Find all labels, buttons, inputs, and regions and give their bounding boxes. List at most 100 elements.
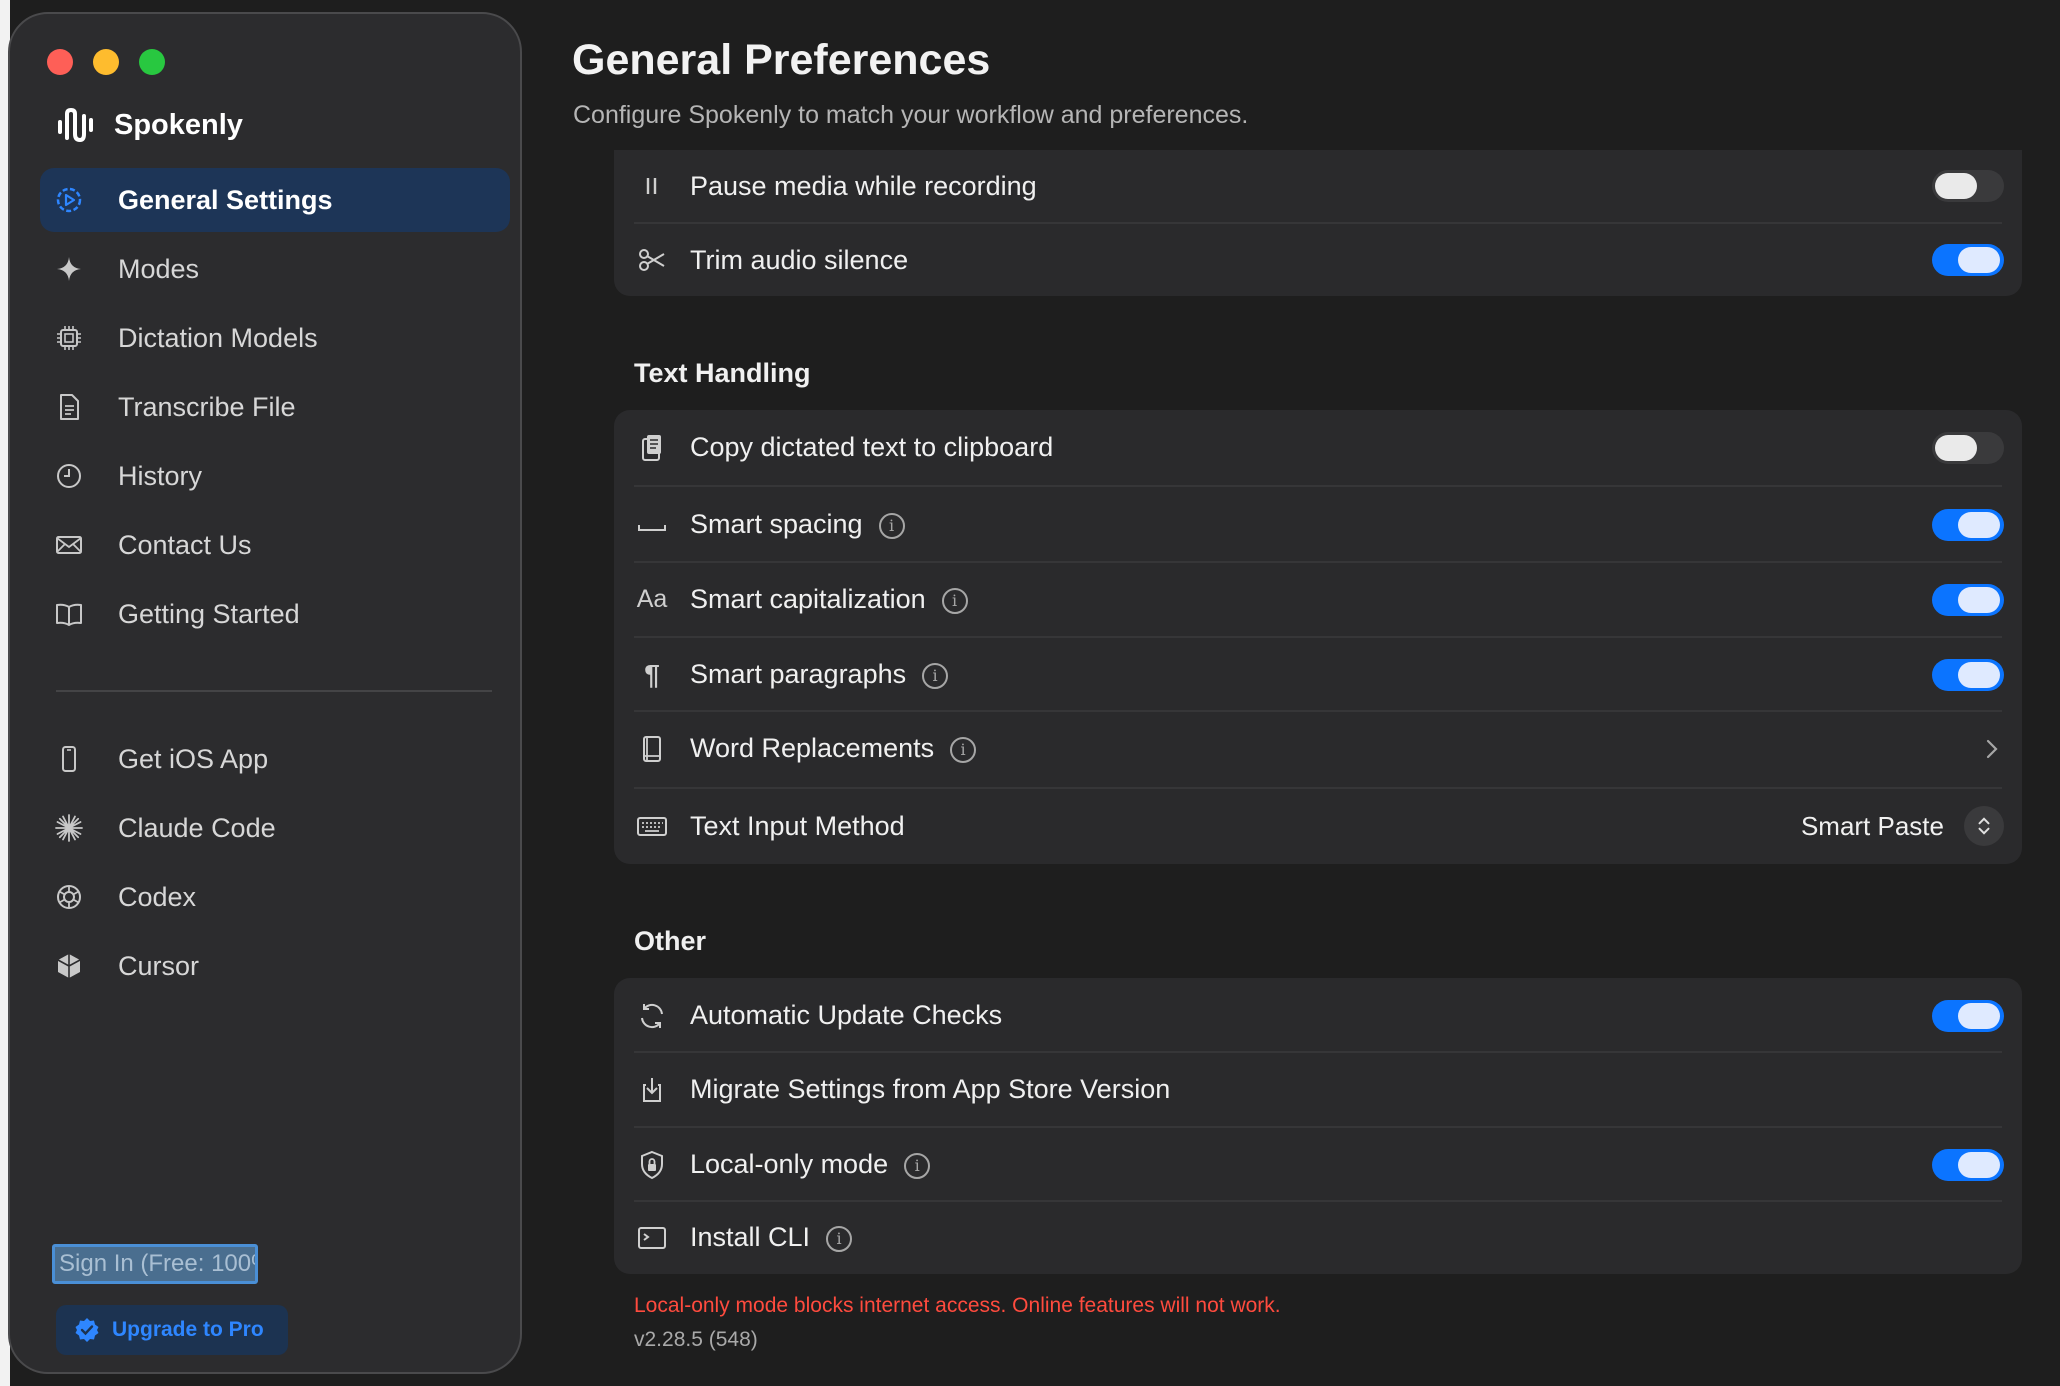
sidebar-item-codex[interactable]: Codex [40, 865, 510, 929]
setting-label: Pause media while recording [690, 170, 1037, 201]
sidebar-item-claude-code[interactable]: Claude Code [40, 796, 510, 860]
window-maximize-button[interactable] [139, 49, 165, 75]
select-value: Smart Paste [1800, 810, 1944, 841]
clipboard-icon [634, 430, 670, 466]
sidebar-item-transcribe-file[interactable]: Transcribe File [40, 375, 510, 439]
info-icon[interactable]: i [941, 587, 968, 614]
space-icon [634, 507, 670, 543]
sidebar-item-cursor[interactable]: Cursor [40, 934, 510, 998]
sidebar-item-label: Dictation Models [118, 322, 318, 353]
sidebar-item-label: History [118, 460, 203, 491]
sidebar-item-modes[interactable]: Modes [40, 237, 510, 301]
text-handling-card: Copy dictated text to clipboard Smart sp… [614, 410, 2022, 864]
setting-row-smart-spacing: Smart spacing i [614, 487, 2022, 562]
info-icon[interactable]: i [904, 1152, 931, 1179]
phone-icon [54, 744, 84, 774]
pause-media-toggle[interactable] [1932, 170, 2004, 202]
toggle-knob [1958, 511, 2000, 538]
app-name: Spokenly [114, 108, 243, 141]
local-only-mode-toggle[interactable] [1932, 1148, 2004, 1181]
setting-label: Local-only mode i [690, 1149, 931, 1180]
pause-icon [634, 168, 670, 204]
info-icon[interactable]: i [950, 736, 977, 763]
smart-paragraphs-toggle[interactable] [1932, 658, 2004, 691]
scissors-icon [634, 242, 670, 278]
toggle-knob [1958, 586, 2000, 613]
setting-label: Trim audio silence [690, 244, 909, 275]
setting-row-auto-update: Automatic Update Checks [614, 978, 2022, 1053]
chevron-up-down-icon [1978, 817, 1990, 835]
setting-row-word-replacements[interactable]: Word Replacements i [614, 711, 2022, 786]
download-tray-icon [634, 1072, 670, 1108]
smart-capitalization-toggle[interactable] [1932, 583, 2004, 616]
info-icon[interactable]: i [878, 512, 905, 539]
gear-icon [54, 185, 84, 215]
auto-update-toggle[interactable] [1932, 999, 2004, 1032]
setting-label-text: Smart paragraphs [690, 659, 907, 689]
setting-row-smart-paragraphs: ¶ Smart paragraphs i [614, 637, 2022, 712]
shield-lock-icon [634, 1147, 670, 1183]
dictionary-icon [634, 731, 670, 767]
envelope-icon [54, 530, 84, 560]
setting-row-smart-capitalization: Aa Smart capitalization i [614, 562, 2022, 637]
setting-label: Automatic Update Checks [690, 1000, 1003, 1030]
refresh-icon [634, 998, 670, 1034]
toggle-knob [1958, 247, 2000, 273]
sidebar-item-dictation-models[interactable]: Dictation Models [40, 306, 510, 370]
setting-row-install-cli[interactable]: Install CLI i [614, 1201, 2022, 1274]
toggle-knob [1958, 1002, 2000, 1029]
sidebar-item-label: Getting Started [118, 598, 300, 629]
window-close-button[interactable] [47, 49, 73, 75]
window-minimize-button[interactable] [93, 49, 119, 75]
setting-row-local-only-mode: Local-only mode i [614, 1127, 2022, 1202]
sidebar-item-label: Get iOS App [118, 743, 269, 774]
trim-silence-toggle[interactable] [1932, 244, 2004, 276]
cursor-cube-icon [54, 951, 84, 981]
setting-label: Smart spacing i [690, 509, 905, 540]
setting-label-text: Smart capitalization [690, 584, 926, 614]
sidebar-item-label: Contact Us [118, 529, 252, 560]
copy-clipboard-toggle[interactable] [1932, 431, 2004, 464]
keyboard-icon [634, 808, 670, 844]
sidebar-item-label: Cursor [118, 950, 200, 981]
upgrade-to-pro-button[interactable]: Upgrade to Pro [56, 1305, 288, 1355]
setting-label: Smart capitalization i [690, 584, 968, 615]
info-icon[interactable]: i [922, 662, 949, 689]
info-icon[interactable]: i [826, 1225, 853, 1252]
chip-icon [54, 323, 84, 353]
sidebar-item-history[interactable]: History [40, 444, 510, 508]
setting-label-text: Word Replacements [690, 733, 935, 763]
sidebar-item-get-ios-app[interactable]: Get iOS App [40, 727, 510, 791]
clock-icon [54, 461, 84, 491]
sidebar-nav: General Settings Modes Dictation Models … [40, 168, 510, 651]
sidebar-item-general-settings[interactable]: General Settings [40, 168, 510, 232]
sidebar-divider [56, 690, 492, 692]
book-icon [54, 599, 84, 629]
setting-label-text: Local-only mode [690, 1149, 889, 1179]
verified-badge-icon [75, 1318, 99, 1342]
setting-label-text: Smart spacing [690, 509, 863, 539]
section-heading-other: Other [634, 926, 707, 956]
sidebar-item-label: Codex [118, 881, 197, 912]
setting-row-migrate-settings[interactable]: Migrate Settings from App Store Version [614, 1052, 2022, 1127]
paragraph-icon: ¶ [644, 658, 660, 690]
toggle-knob [1935, 173, 1977, 199]
sidebar-item-getting-started[interactable]: Getting Started [40, 582, 510, 646]
other-settings-card: Automatic Update Checks Migrate Settings… [614, 978, 2022, 1274]
sidebar-item-contact-us[interactable]: Contact Us [40, 513, 510, 577]
sign-in-link[interactable]: Sign In (Free: 100%) [52, 1244, 258, 1284]
section-heading-text-handling: Text Handling [634, 358, 811, 388]
text-input-method-select[interactable]: Smart Paste [1801, 806, 2004, 846]
select-stepper [1964, 806, 2004, 846]
openai-icon [54, 882, 84, 912]
upgrade-label: Upgrade to Pro [112, 1318, 264, 1341]
text-case-icon: Aa [636, 585, 668, 613]
claude-icon [54, 813, 84, 843]
setting-label: Migrate Settings from App Store Version [690, 1074, 1171, 1104]
setting-label: Smart paragraphs i [690, 659, 949, 690]
setting-label-text: Install CLI [690, 1222, 811, 1252]
smart-spacing-toggle[interactable] [1932, 508, 2004, 541]
sidebar-item-label: Transcribe File [118, 391, 296, 422]
main-content: General Preferences Configure Spokenly t… [522, 0, 2060, 1386]
setting-row-text-input-method: Text Input Method Smart Paste [614, 788, 2022, 864]
